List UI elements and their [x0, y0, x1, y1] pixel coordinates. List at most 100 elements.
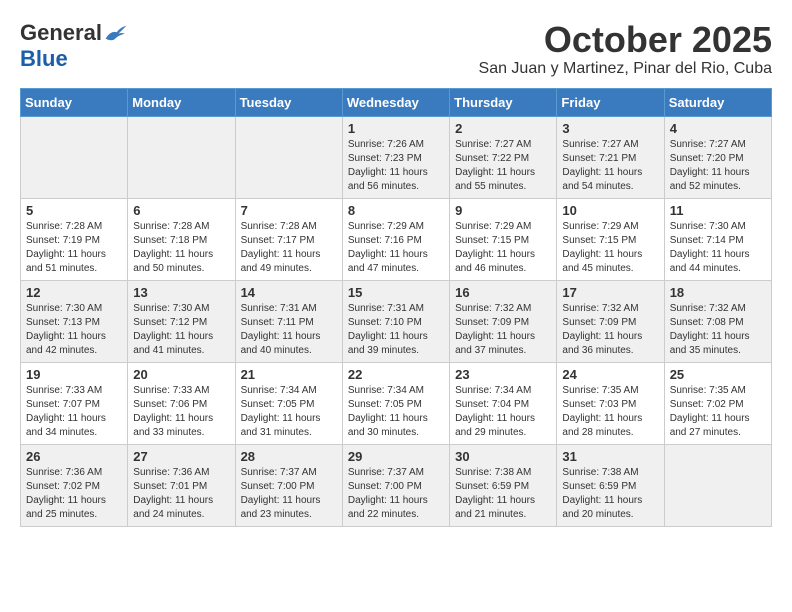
day-number: 31	[562, 449, 658, 464]
day-number: 30	[455, 449, 551, 464]
day-info: Sunrise: 7:36 AM Sunset: 7:01 PM Dayligh…	[133, 466, 229, 522]
calendar-cell: 29 Sunrise: 7:37 AM Sunset: 7:00 PM Dayli…	[342, 444, 449, 526]
day-info: Sunrise: 7:38 AM Sunset: 6:59 PM Dayligh…	[455, 466, 551, 522]
day-info: Sunrise: 7:30 AM Sunset: 7:12 PM Dayligh…	[133, 302, 229, 358]
day-number: 3	[562, 121, 658, 136]
calendar-cell: 22Sunrise: 7:34 AM Sunset: 7:05 PM Dayli…	[342, 362, 449, 444]
calendar-cell: 19Sunrise: 7:33 AM Sunset: 7:07 PM Dayli…	[21, 362, 128, 444]
calendar-cell: 27 Sunrise: 7:36 AM Sunset: 7:01 PM Dayli…	[128, 444, 235, 526]
day-info: Sunrise: 7:34 AM Sunset: 7:05 PM Dayligh…	[241, 384, 337, 440]
calendar-table: SundayMondayTuesdayWednesdayThursdayFrid…	[20, 88, 772, 527]
day-info: Sunrise: 7:32 AM Sunset: 7:08 PM Dayligh…	[670, 302, 766, 358]
day-number: 9	[455, 203, 551, 218]
day-number: 14	[241, 285, 337, 300]
day-info: Sunrise: 7:35 AM Sunset: 7:02 PM Dayligh…	[670, 384, 766, 440]
location-title: San Juan y Martinez, Pinar del Rio, Cuba	[479, 60, 772, 78]
day-info: Sunrise: 7:37 AM Sunset: 7:00 PM Dayligh…	[241, 466, 337, 522]
calendar-cell: 24 Sunrise: 7:35 AM Sunset: 7:03 PM Dayli…	[557, 362, 664, 444]
calendar-cell	[128, 116, 235, 198]
day-info: Sunrise: 7:27 AM Sunset: 7:20 PM Dayligh…	[670, 138, 766, 194]
calendar-cell	[664, 444, 771, 526]
calendar-cell: 1 Sunrise: 7:26 AM Sunset: 7:23 PM Daylig…	[342, 116, 449, 198]
logo-blue-text: Blue	[20, 46, 68, 72]
weekday-header-saturday: Saturday	[664, 88, 771, 116]
day-info: Sunrise: 7:30 AM Sunset: 7:14 PM Dayligh…	[670, 220, 766, 276]
day-info: Sunrise: 7:38 AM Sunset: 6:59 PM Dayligh…	[562, 466, 658, 522]
day-number: 7	[241, 203, 337, 218]
day-info: Sunrise: 7:36 AM Sunset: 7:02 PM Dayligh…	[26, 466, 122, 522]
calendar-cell: 15Sunrise: 7:31 AM Sunset: 7:10 PM Dayli…	[342, 280, 449, 362]
calendar-cell: 5 Sunrise: 7:28 AM Sunset: 7:19 PM Daylig…	[21, 198, 128, 280]
day-info: Sunrise: 7:28 AM Sunset: 7:18 PM Dayligh…	[133, 220, 229, 276]
day-number: 15	[348, 285, 444, 300]
calendar-cell: 6 Sunrise: 7:28 AM Sunset: 7:18 PM Daylig…	[128, 198, 235, 280]
day-number: 5	[26, 203, 122, 218]
calendar-week-2: 5 Sunrise: 7:28 AM Sunset: 7:19 PM Daylig…	[21, 198, 772, 280]
day-number: 22	[348, 367, 444, 382]
day-number: 27	[133, 449, 229, 464]
weekday-header-tuesday: Tuesday	[235, 88, 342, 116]
day-info: Sunrise: 7:29 AM Sunset: 7:15 PM Dayligh…	[562, 220, 658, 276]
day-number: 1	[348, 121, 444, 136]
day-info: Sunrise: 7:28 AM Sunset: 7:17 PM Dayligh…	[241, 220, 337, 276]
day-info: Sunrise: 7:37 AM Sunset: 7:00 PM Dayligh…	[348, 466, 444, 522]
calendar-cell: 16Sunrise: 7:32 AM Sunset: 7:09 PM Dayli…	[450, 280, 557, 362]
calendar-header-row: SundayMondayTuesdayWednesdayThursdayFrid…	[21, 88, 772, 116]
calendar-cell	[21, 116, 128, 198]
weekday-header-thursday: Thursday	[450, 88, 557, 116]
day-info: Sunrise: 7:29 AM Sunset: 7:16 PM Dayligh…	[348, 220, 444, 276]
calendar-cell: 3Sunrise: 7:27 AM Sunset: 7:21 PM Daylig…	[557, 116, 664, 198]
calendar-cell: 17 Sunrise: 7:32 AM Sunset: 7:09 PM Dayli…	[557, 280, 664, 362]
logo: General Blue	[20, 20, 128, 72]
calendar-cell: 28Sunrise: 7:37 AM Sunset: 7:00 PM Dayli…	[235, 444, 342, 526]
calendar-cell: 25 Sunrise: 7:35 AM Sunset: 7:02 PM Dayli…	[664, 362, 771, 444]
day-number: 23	[455, 367, 551, 382]
calendar-cell: 4 Sunrise: 7:27 AM Sunset: 7:20 PM Daylig…	[664, 116, 771, 198]
calendar-cell	[235, 116, 342, 198]
day-number: 24	[562, 367, 658, 382]
day-number: 21	[241, 367, 337, 382]
day-info: Sunrise: 7:35 AM Sunset: 7:03 PM Dayligh…	[562, 384, 658, 440]
day-info: Sunrise: 7:32 AM Sunset: 7:09 PM Dayligh…	[455, 302, 551, 358]
day-number: 4	[670, 121, 766, 136]
calendar-week-5: 26Sunrise: 7:36 AM Sunset: 7:02 PM Dayli…	[21, 444, 772, 526]
day-info: Sunrise: 7:34 AM Sunset: 7:04 PM Dayligh…	[455, 384, 551, 440]
weekday-header-wednesday: Wednesday	[342, 88, 449, 116]
day-number: 8	[348, 203, 444, 218]
calendar-cell: 23 Sunrise: 7:34 AM Sunset: 7:04 PM Dayli…	[450, 362, 557, 444]
day-number: 17	[562, 285, 658, 300]
calendar-cell: 20 Sunrise: 7:33 AM Sunset: 7:06 PM Dayli…	[128, 362, 235, 444]
day-number: 20	[133, 367, 229, 382]
calendar-cell: 9Sunrise: 7:29 AM Sunset: 7:15 PM Daylig…	[450, 198, 557, 280]
day-info: Sunrise: 7:32 AM Sunset: 7:09 PM Dayligh…	[562, 302, 658, 358]
calendar-cell: 18 Sunrise: 7:32 AM Sunset: 7:08 PM Dayli…	[664, 280, 771, 362]
weekday-header-monday: Monday	[128, 88, 235, 116]
calendar-cell: 8 Sunrise: 7:29 AM Sunset: 7:16 PM Daylig…	[342, 198, 449, 280]
calendar-cell: 14Sunrise: 7:31 AM Sunset: 7:11 PM Dayli…	[235, 280, 342, 362]
calendar-week-1: 1 Sunrise: 7:26 AM Sunset: 7:23 PM Daylig…	[21, 116, 772, 198]
day-number: 18	[670, 285, 766, 300]
day-info: Sunrise: 7:33 AM Sunset: 7:07 PM Dayligh…	[26, 384, 122, 440]
weekday-header-sunday: Sunday	[21, 88, 128, 116]
month-title: October 2025	[479, 20, 772, 60]
calendar-cell: 26Sunrise: 7:36 AM Sunset: 7:02 PM Dayli…	[21, 444, 128, 526]
title-section: October 2025 San Juan y Martinez, Pinar …	[479, 20, 772, 78]
calendar-week-3: 12 Sunrise: 7:30 AM Sunset: 7:13 PM Dayli…	[21, 280, 772, 362]
calendar-cell: 11Sunrise: 7:30 AM Sunset: 7:14 PM Dayli…	[664, 198, 771, 280]
day-info: Sunrise: 7:33 AM Sunset: 7:06 PM Dayligh…	[133, 384, 229, 440]
day-number: 12	[26, 285, 122, 300]
calendar-cell: 13Sunrise: 7:30 AM Sunset: 7:12 PM Dayli…	[128, 280, 235, 362]
day-number: 29	[348, 449, 444, 464]
day-info: Sunrise: 7:30 AM Sunset: 7:13 PM Dayligh…	[26, 302, 122, 358]
day-number: 25	[670, 367, 766, 382]
day-number: 6	[133, 203, 229, 218]
calendar-cell: 2Sunrise: 7:27 AM Sunset: 7:22 PM Daylig…	[450, 116, 557, 198]
logo-bird-icon	[104, 23, 128, 43]
page-header: General Blue October 2025 San Juan y Mar…	[20, 20, 772, 78]
calendar-cell: 31 Sunrise: 7:38 AM Sunset: 6:59 PM Dayli…	[557, 444, 664, 526]
logo-general-text: General	[20, 20, 102, 46]
day-info: Sunrise: 7:28 AM Sunset: 7:19 PM Dayligh…	[26, 220, 122, 276]
day-info: Sunrise: 7:26 AM Sunset: 7:23 PM Dayligh…	[348, 138, 444, 194]
calendar-cell: 21 Sunrise: 7:34 AM Sunset: 7:05 PM Dayli…	[235, 362, 342, 444]
day-number: 2	[455, 121, 551, 136]
